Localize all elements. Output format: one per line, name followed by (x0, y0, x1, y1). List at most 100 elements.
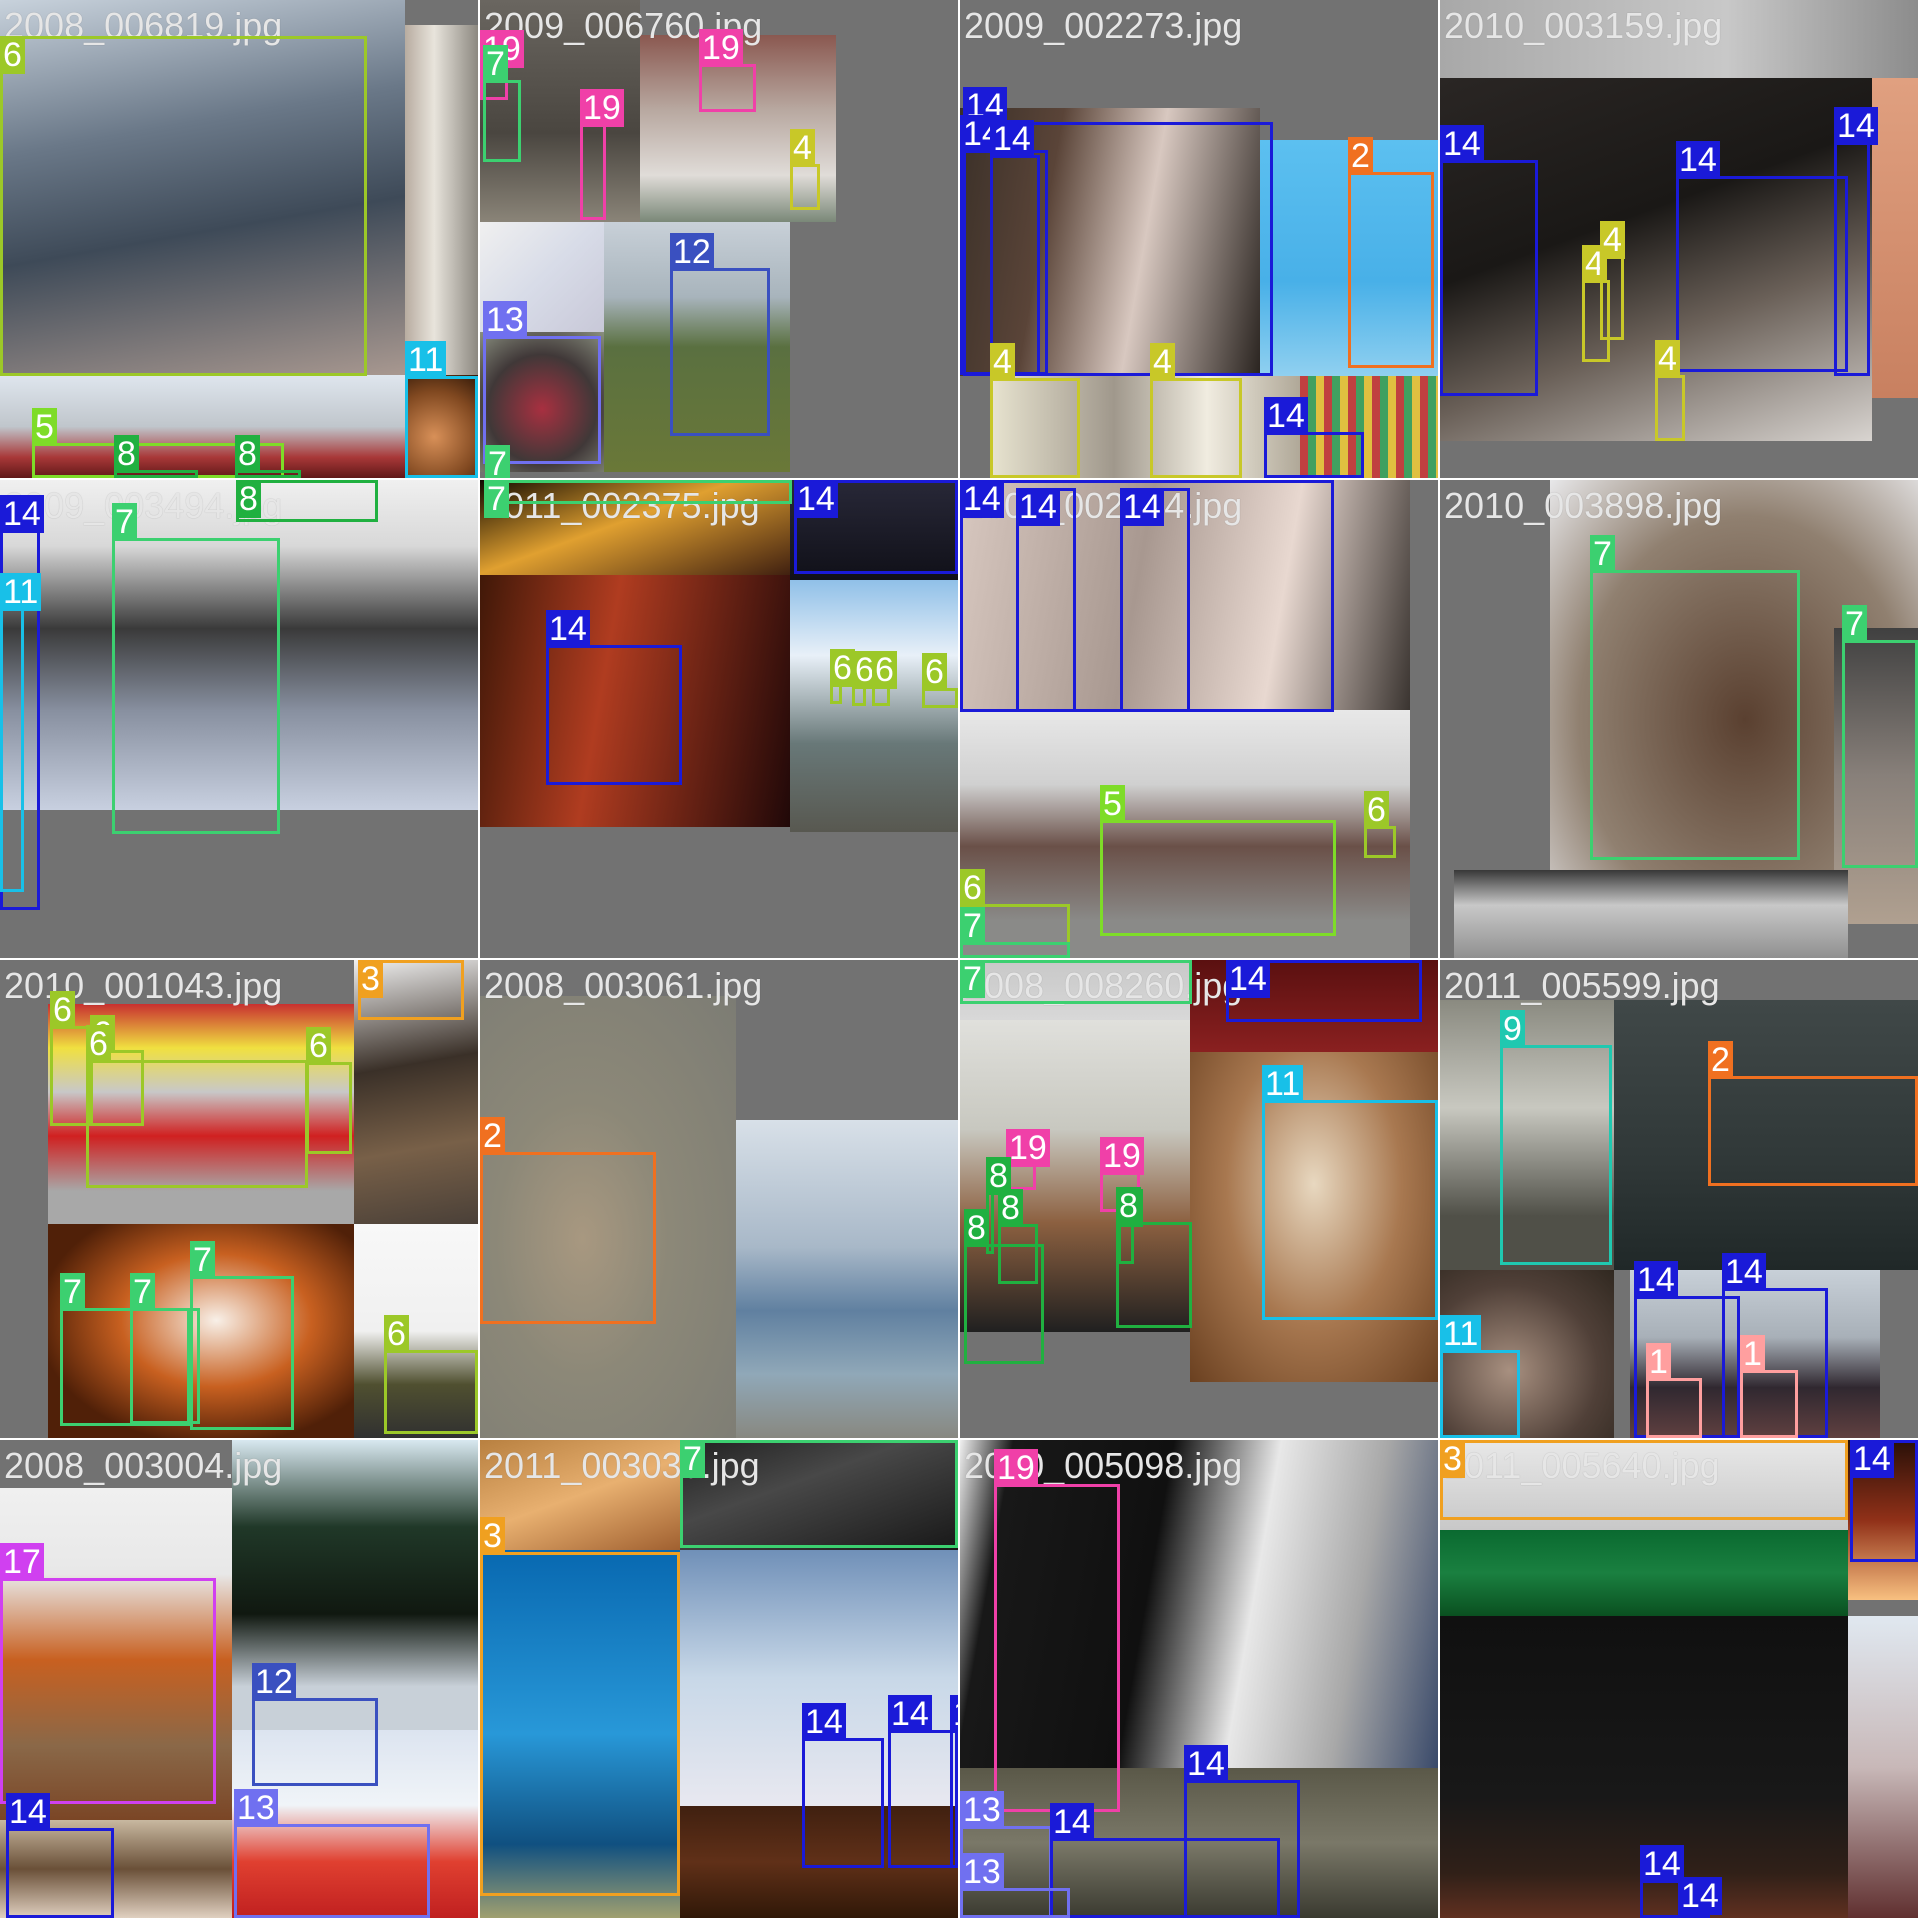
bounding-box: 7 (680, 1440, 958, 1548)
class-label: 8 (236, 480, 261, 518)
bounding-box: 14 (990, 120, 1040, 375)
bounding-box: 7 (960, 960, 1192, 1004)
bounding-box: 14 (1264, 397, 1364, 478)
class-label: 11 (1440, 1315, 1482, 1353)
bounding-box: 7 (1842, 605, 1918, 868)
bounding-box: 7 (960, 907, 1070, 958)
class-label: 6 (384, 1315, 409, 1353)
bounding-box: 12 (670, 233, 770, 436)
bounding-box: 6 (86, 1025, 308, 1188)
mosaic-tile: 2009_002273.jpg 14 14 14 4 4 2 14 (960, 0, 1438, 478)
bounding-box: 8 (236, 480, 378, 522)
class-label: 7 (112, 503, 137, 541)
bounding-box: 8 (114, 435, 198, 478)
class-label: 7 (1590, 535, 1615, 573)
bounding-box: 9 (1500, 1010, 1612, 1265)
class-label: 3 (358, 960, 383, 998)
class-label: 17 (0, 1543, 44, 1581)
class-label: 6 (960, 869, 985, 907)
bounding-box: 14 (1050, 1803, 1280, 1918)
bounding-box: 3 (480, 1517, 680, 1896)
class-label: 7 (960, 907, 985, 945)
class-label: 13 (960, 1853, 1004, 1891)
class-label: 7 (60, 1273, 85, 1311)
class-label: 11 (405, 341, 447, 379)
tile-filename: 2010_001043.jpg (4, 965, 283, 1006)
bounding-box: 4 (1655, 340, 1685, 441)
bounding-box: 6 (922, 653, 958, 708)
bounding-box: 14 (1016, 488, 1076, 712)
class-label: 14 (1676, 141, 1720, 179)
bounding-box: 11 (0, 573, 42, 892)
class-label: 3 (1440, 1440, 1465, 1478)
tile-filename: 2008_003061.jpg (484, 965, 763, 1006)
class-label: 7 (1842, 605, 1867, 643)
bounding-box: 2 (1348, 137, 1434, 368)
bounding-box: 3 (1440, 1440, 1848, 1520)
class-label: 2 (1348, 137, 1373, 175)
class-label: 14 (1722, 1253, 1766, 1291)
bounding-box: 5 (1100, 785, 1336, 936)
bounding-box: 14 (950, 1695, 958, 1868)
class-label: 4 (1150, 343, 1175, 381)
mosaic-tile: 2008_008260.jpg71411191988888 (960, 960, 1438, 1438)
class-label: 1 (1740, 1335, 1765, 1373)
class-label: 12 (670, 233, 714, 271)
tile-filename: 2011_005599.jpg (1444, 965, 1720, 1006)
class-label: 4 (990, 343, 1015, 381)
bounding-box: 14 (802, 1703, 884, 1868)
bounding-box: 4 (1600, 221, 1625, 340)
tile-filename: 2010_003898.jpg (1444, 485, 1723, 526)
mosaic-tile: 2010_005098.jpg 19 13 14 14 13 (960, 1440, 1438, 1918)
class-label: 4 (1600, 221, 1625, 259)
class-label: 8 (235, 435, 260, 473)
mosaic-tile: 2008_006819.jpg 6 11 5 8 8 (0, 0, 478, 478)
tile-filename: 2008_003004.jpg (4, 1445, 283, 1486)
bounding-box: 4 (790, 129, 820, 210)
class-label: 6 (1364, 791, 1389, 829)
bounding-box: 19 (699, 29, 756, 112)
class-label: 8 (964, 1209, 989, 1247)
class-label: 14 (546, 610, 590, 648)
bounding-box: 3 (358, 960, 464, 1020)
mosaic-tile: 2011_005599.jpg 9 2 11 14 14 1 1 (1440, 960, 1918, 1438)
class-label: 14 (6, 1793, 50, 1831)
class-label: 2 (1708, 1041, 1733, 1079)
class-label: 19 (699, 29, 743, 67)
bounding-box: 8 (235, 435, 301, 478)
tile-sub-image (1848, 1616, 1918, 1918)
mosaic-tile: 2008_002414.jpg 14 14 14 5 6 6 7 (960, 480, 1438, 958)
class-label: 14 (802, 1703, 846, 1741)
class-label: 19 (1006, 1129, 1050, 1167)
class-label: 6 (50, 991, 75, 1029)
class-label: 6 (86, 1025, 111, 1063)
class-label: 14 (1834, 107, 1878, 145)
bounding-box: 13 (234, 1789, 430, 1918)
class-label: 7 (960, 960, 985, 998)
bounding-box: 6 (0, 36, 367, 376)
class-label: 14 (1440, 125, 1484, 163)
class-label: 5 (1100, 785, 1125, 823)
mosaic-tile: 2009_003494.jpg 14 11 7 8 (0, 480, 478, 958)
mosaic-tile: 2009_006760.jpg1971919412137 (480, 0, 958, 478)
mosaic-tile: 2011_002375.jpg 7 14 14 6 6 6 6 (480, 480, 958, 958)
bounding-box: 8 (1116, 1187, 1192, 1328)
class-label: 11 (0, 573, 42, 611)
mosaic-tile: 2011_003039.jpg73141414 (480, 1440, 958, 1918)
class-label: 7 (130, 1273, 155, 1311)
bounding-box: 19 (994, 1449, 1120, 1812)
class-label: 14 (1850, 1440, 1894, 1478)
bounding-box: 7 (190, 1241, 294, 1430)
bounding-box: 7 (1590, 535, 1800, 860)
class-label: 14 (1634, 1261, 1678, 1299)
bounding-box: 14 (1834, 107, 1878, 376)
bounding-box: 6 (1364, 791, 1396, 858)
bounding-box: 6 (50, 991, 90, 1126)
mosaic-tile: 2011_005640.jpg 3 14 14 14 (1440, 1440, 1918, 1918)
class-label: 19 (1100, 1137, 1144, 1175)
tile-sub-image (1872, 78, 1918, 398)
class-label: 7 (483, 45, 508, 83)
bounding-box: 1 (1740, 1335, 1798, 1438)
bounding-box: 12 (252, 1663, 378, 1786)
bounding-box: 6 (306, 1027, 352, 1154)
